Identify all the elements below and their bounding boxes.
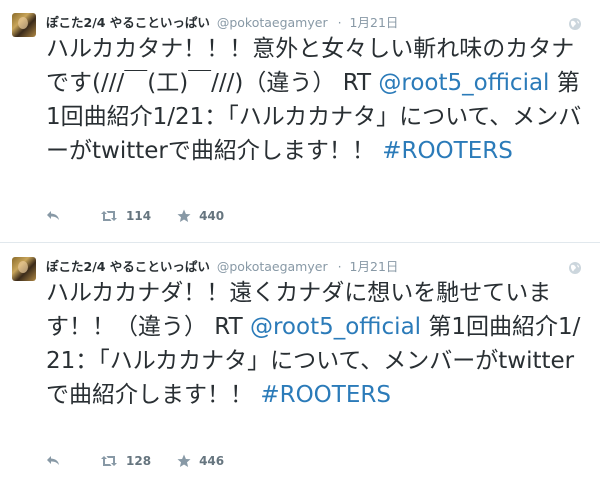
hashtag-link[interactable]: #ROOTERS [260, 382, 391, 408]
retweet-count: 128 [126, 454, 152, 468]
avatar[interactable] [12, 13, 36, 37]
hashtag-link[interactable]: #ROOTERS [382, 138, 513, 164]
favorite-count: 440 [199, 209, 225, 223]
author-fullname[interactable]: ぽこた2/4 やることいっぱい [46, 259, 210, 274]
star-icon [177, 454, 191, 467]
tweet-header: ぽこた2/4 やることいっぱい @pokotaegamyer · 1月21日 [46, 14, 398, 32]
mention-link[interactable]: @root5_official [250, 314, 421, 340]
author-username[interactable]: @pokotaegamyer [217, 15, 328, 30]
header-separator: · [337, 15, 342, 30]
retweet-icon [101, 456, 117, 466]
reply-button[interactable] [46, 210, 60, 222]
header-separator: · [337, 259, 342, 274]
retweet-icon [101, 211, 117, 221]
favorite-button[interactable]: 440 [177, 209, 224, 223]
tweet[interactable]: ぽこた2/4 やることいっぱい @pokotaegamyer · 1月21日 ハ… [0, 244, 600, 487]
author-fullname[interactable]: ぽこた2/4 やることいっぱい [46, 15, 210, 30]
tweet-header: ぽこた2/4 やることいっぱい @pokotaegamyer · 1月21日 [46, 258, 398, 276]
reply-button[interactable] [46, 455, 60, 467]
tweet[interactable]: ぽこた2/4 やることいっぱい @pokotaegamyer · 1月21日 ハ… [0, 0, 600, 243]
favorite-button[interactable]: 446 [177, 454, 224, 468]
globe-icon[interactable] [568, 17, 582, 31]
retweet-count: 114 [126, 209, 152, 223]
tweet-actions: 128 446 [46, 451, 250, 471]
favorite-count: 446 [199, 454, 225, 468]
tweet-text: ハルカカナダ！！遠くカナダに想いを馳せています！！（違う） RT @root5_… [46, 276, 594, 412]
reply-icon [47, 456, 59, 465]
tweet-timestamp[interactable]: 1月21日 [350, 15, 399, 30]
mention-link[interactable]: @root5_official [378, 70, 549, 96]
tweet-text: ハルカカタナ！！！意外と女々しい斬れ味のカタナです(///￣(工)￣///)（違… [46, 32, 594, 168]
retweet-button[interactable]: 114 [100, 209, 151, 223]
star-icon [177, 209, 191, 222]
tweet-actions: 114 440 [46, 206, 250, 226]
retweet-button[interactable]: 128 [100, 454, 151, 468]
avatar[interactable] [12, 257, 36, 281]
reply-icon [47, 211, 59, 220]
author-username[interactable]: @pokotaegamyer [217, 259, 328, 274]
tweet-timestamp[interactable]: 1月21日 [350, 259, 399, 274]
globe-icon[interactable] [568, 261, 582, 275]
